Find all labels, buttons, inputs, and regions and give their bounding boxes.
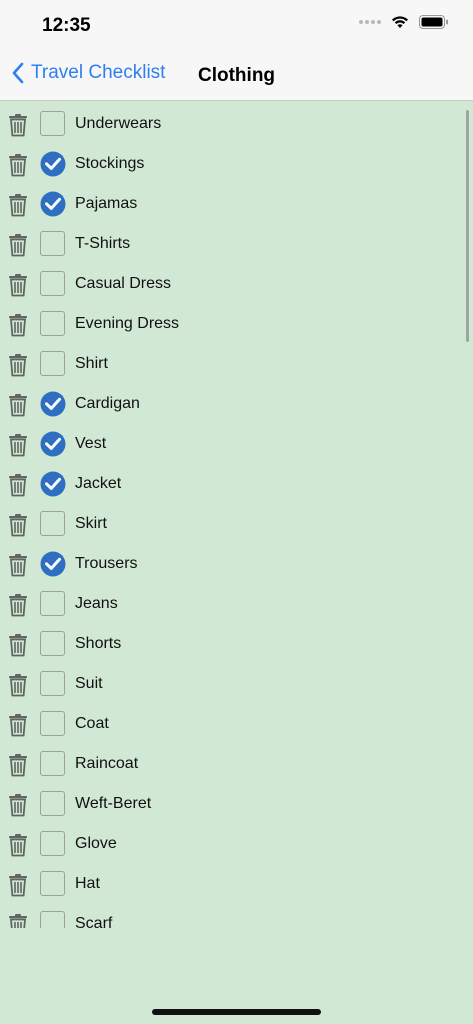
checkbox-unchecked[interactable] [40, 111, 65, 136]
trash-icon[interactable] [8, 473, 28, 497]
wifi-icon [392, 16, 408, 28]
item-label: Skirt [75, 515, 107, 532]
trash-icon[interactable] [8, 153, 28, 177]
checkbox-unchecked[interactable] [40, 591, 65, 616]
list-item[interactable]: Pajamas [0, 184, 473, 224]
trash-icon[interactable] [8, 793, 28, 817]
trash-icon[interactable] [8, 913, 28, 928]
checkbox-unchecked[interactable] [40, 911, 65, 928]
trash-icon[interactable] [8, 673, 28, 697]
trash-icon[interactable] [8, 193, 28, 217]
item-label: Evening Dress [75, 315, 180, 332]
checkbox-unchecked[interactable] [40, 791, 65, 816]
page-title: Clothing [198, 65, 276, 86]
chevron-left-icon [12, 62, 24, 84]
list-item[interactable]: Stockings [0, 144, 473, 184]
list-item[interactable]: Jacket [0, 464, 473, 504]
checkbox-unchecked[interactable] [40, 671, 65, 696]
back-button[interactable]: Travel Checklist [12, 62, 165, 84]
item-label: Stockings [75, 155, 145, 172]
trash-icon[interactable] [8, 593, 28, 617]
item-label: Pajamas [75, 195, 138, 212]
trash-icon[interactable] [8, 713, 28, 737]
trash-icon[interactable] [8, 433, 28, 457]
trash-icon[interactable] [8, 753, 28, 777]
battery-icon [419, 15, 448, 29]
list-item[interactable]: Vest [0, 424, 473, 464]
item-label: Coat [75, 715, 109, 732]
item-label: Raincoat [75, 755, 139, 772]
checkbox-unchecked[interactable] [40, 231, 65, 256]
list-item[interactable]: Trousers [0, 544, 473, 584]
item-label: Jeans [75, 595, 118, 612]
list-item[interactable]: T-Shirts [0, 224, 473, 264]
cellular-signal-icon [359, 20, 381, 24]
trash-icon[interactable] [8, 633, 28, 657]
trash-icon[interactable] [8, 113, 28, 137]
item-label: Shirt [75, 355, 108, 372]
status-bar: 12:35 [0, 0, 473, 52]
checkmark-circle-icon[interactable] [40, 191, 66, 217]
list-item[interactable]: Hat [0, 864, 473, 904]
list-item[interactable]: Casual Dress [0, 264, 473, 304]
trash-icon[interactable] [8, 353, 28, 377]
checkbox-unchecked[interactable] [40, 871, 65, 896]
status-time: 12:35 [42, 15, 91, 36]
trash-icon[interactable] [8, 833, 28, 857]
checkbox-unchecked[interactable] [40, 311, 65, 336]
list-item[interactable]: Jeans [0, 584, 473, 624]
checkmark-circle-icon[interactable] [40, 551, 66, 577]
trash-icon[interactable] [8, 273, 28, 297]
list-item[interactable]: Coat [0, 704, 473, 744]
item-label: Glove [75, 835, 117, 852]
status-indicators [359, 15, 449, 29]
list-item[interactable]: Cardigan [0, 384, 473, 424]
item-label: Jacket [75, 475, 122, 492]
item-label: T-Shirts [75, 235, 131, 252]
checkbox-unchecked[interactable] [40, 271, 65, 296]
list-item[interactable]: Evening Dress [0, 304, 473, 344]
item-label: Weft-Beret [75, 795, 152, 812]
list-item[interactable]: Glove [0, 824, 473, 864]
trash-icon[interactable] [8, 513, 28, 537]
item-label: Cardigan [75, 395, 140, 412]
item-label: Hat [75, 875, 100, 892]
item-label: Underwears [75, 115, 162, 132]
trash-icon[interactable] [8, 233, 28, 257]
navigation-bar: Travel Checklist Clothing [0, 52, 473, 101]
checkbox-unchecked[interactable] [40, 511, 65, 536]
item-label: Shorts [75, 635, 122, 652]
item-label: Suit [75, 675, 103, 692]
item-label: Trousers [75, 555, 138, 572]
checkmark-circle-icon[interactable] [40, 431, 66, 457]
list-item[interactable]: Raincoat [0, 744, 473, 784]
list-item[interactable]: Weft-Beret [0, 784, 473, 824]
item-label: Scarf [75, 915, 113, 928]
home-indicator[interactable] [152, 1009, 321, 1015]
checkmark-circle-icon[interactable] [40, 471, 66, 497]
list-item[interactable]: Skirt [0, 504, 473, 544]
trash-icon[interactable] [8, 873, 28, 897]
checklist[interactable]: Underwears Stockings Pajamas T-Shirts Ca… [0, 104, 473, 928]
trash-icon[interactable] [8, 393, 28, 417]
trash-icon[interactable] [8, 553, 28, 577]
item-label: Vest [75, 435, 107, 452]
list-item[interactable]: Scarf [0, 904, 473, 928]
list-item[interactable]: Shorts [0, 624, 473, 664]
list-item[interactable]: Suit [0, 664, 473, 704]
list-item[interactable]: Shirt [0, 344, 473, 384]
list-item[interactable]: Underwears [0, 104, 473, 144]
checkbox-unchecked[interactable] [40, 631, 65, 656]
trash-icon[interactable] [8, 313, 28, 337]
back-button-label: Travel Checklist [31, 62, 166, 83]
checkbox-unchecked[interactable] [40, 831, 65, 856]
checkbox-unchecked[interactable] [40, 711, 65, 736]
checkbox-unchecked[interactable] [40, 751, 65, 776]
scrollbar[interactable] [466, 110, 469, 342]
checkmark-circle-icon[interactable] [40, 151, 66, 177]
item-label: Casual Dress [75, 275, 172, 292]
checkbox-unchecked[interactable] [40, 351, 65, 376]
checkmark-circle-icon[interactable] [40, 391, 66, 417]
